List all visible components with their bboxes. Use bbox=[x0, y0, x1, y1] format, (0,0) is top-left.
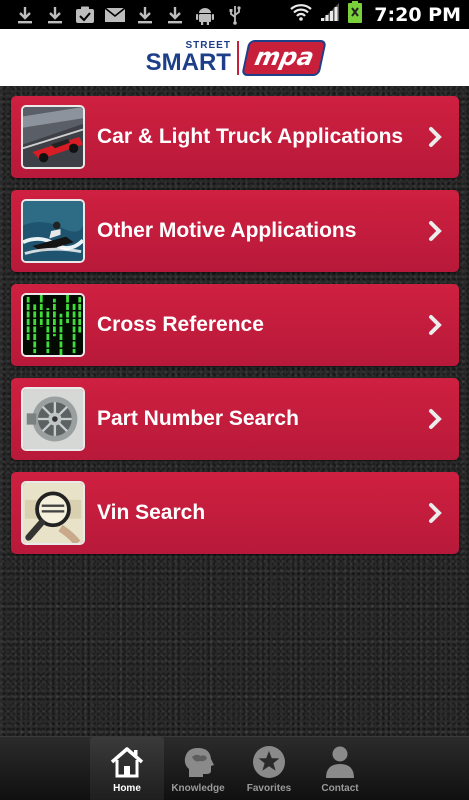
chevron-right-icon bbox=[423, 218, 449, 244]
chevron-right-icon bbox=[423, 406, 449, 432]
menu-item-vin-search[interactable]: Vin Search bbox=[11, 472, 459, 554]
menu-item-car-light-truck[interactable]: Car & Light Truck Applications bbox=[11, 96, 459, 178]
logo-divider bbox=[236, 40, 239, 75]
alternator-thumbnail bbox=[21, 387, 85, 451]
menu-item-label: Cross Reference bbox=[97, 313, 264, 336]
status-clock: 7:20 PM bbox=[374, 3, 461, 26]
star-icon bbox=[249, 743, 289, 781]
race-car-thumbnail bbox=[21, 105, 85, 169]
jet-ski-thumbnail bbox=[21, 199, 85, 263]
main-menu: Car & Light Truck Applications Other Mot… bbox=[0, 86, 469, 736]
notification-icons bbox=[0, 0, 250, 29]
chevron-right-icon bbox=[423, 124, 449, 150]
tab-contact[interactable]: Contact bbox=[303, 737, 377, 800]
mpa-brand-badge: mpa bbox=[241, 39, 328, 76]
android-icon bbox=[190, 0, 220, 29]
tab-home[interactable]: Home bbox=[90, 737, 164, 800]
tab-label: Home bbox=[113, 783, 141, 794]
download-icon bbox=[160, 0, 190, 29]
menu-item-label: Part Number Search bbox=[97, 407, 299, 430]
home-icon bbox=[107, 743, 147, 781]
tab-label: Knowledge bbox=[171, 783, 225, 794]
mail-icon bbox=[100, 0, 130, 29]
matrix-code-thumbnail bbox=[21, 293, 85, 357]
street-smart-mpa-logo: STREET SMART mpa bbox=[145, 39, 328, 76]
chevron-right-icon bbox=[423, 500, 449, 526]
tab-label: Contact bbox=[321, 783, 359, 794]
tab-knowledge[interactable]: Knowledge bbox=[161, 737, 235, 800]
download-icon bbox=[40, 0, 70, 29]
menu-item-part-number-search[interactable]: Part Number Search bbox=[11, 378, 459, 460]
signal-icon bbox=[320, 2, 340, 27]
bottom-tab-bar: Home Knowledge Favorites Contact bbox=[0, 736, 469, 800]
tab-favorites[interactable]: Favorites bbox=[232, 737, 306, 800]
menu-item-label: Car & Light Truck Applications bbox=[97, 125, 404, 148]
menu-item-cross-reference[interactable]: Cross Reference bbox=[11, 284, 459, 366]
download-icon bbox=[10, 0, 40, 29]
status-bar: 7:20 PM bbox=[0, 0, 469, 29]
wifi-icon bbox=[290, 3, 313, 26]
menu-item-other-motive[interactable]: Other Motive Applications bbox=[11, 190, 459, 272]
battery-icon bbox=[348, 1, 363, 28]
logo-smart-text: SMART bbox=[145, 48, 231, 76]
system-icons: 7:20 PM bbox=[290, 1, 469, 28]
magnifier-vin-thumbnail bbox=[21, 481, 85, 545]
person-icon bbox=[320, 743, 360, 781]
app-header: STREET SMART mpa bbox=[0, 29, 469, 86]
clipboard-check-icon bbox=[70, 0, 100, 29]
tab-label: Favorites bbox=[246, 783, 292, 794]
menu-item-label: Vin Search bbox=[97, 501, 206, 524]
chevron-right-icon bbox=[423, 312, 449, 338]
logo-wordmark: STREET SMART bbox=[145, 40, 231, 76]
usb-icon bbox=[220, 0, 250, 29]
download-icon bbox=[130, 0, 160, 29]
menu-item-label: Other Motive Applications bbox=[97, 219, 357, 242]
head-icon bbox=[178, 743, 218, 781]
